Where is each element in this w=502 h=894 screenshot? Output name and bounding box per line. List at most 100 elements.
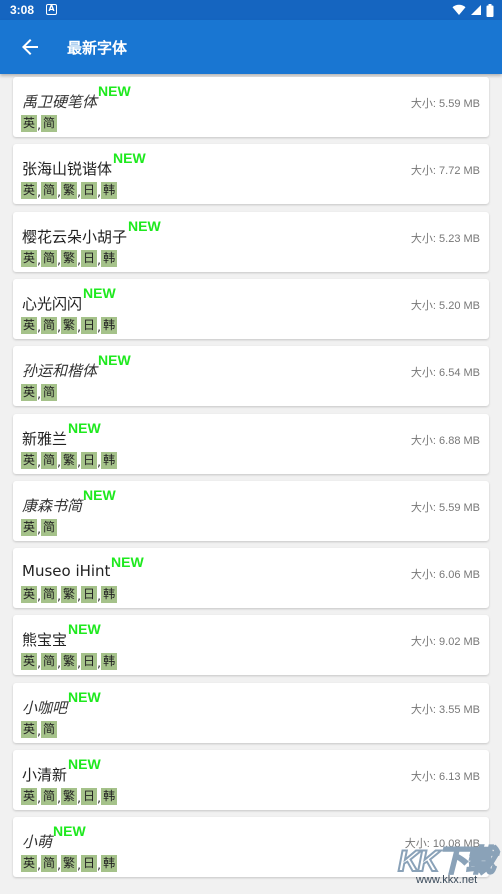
- wifi-icon: [452, 4, 466, 16]
- language-tag: 简: [41, 855, 58, 872]
- language-tag: 繁: [61, 317, 78, 334]
- language-tag: 简: [41, 653, 58, 670]
- new-badge: NEW: [128, 218, 161, 234]
- new-badge: NEW: [113, 150, 146, 166]
- language-tags: 英,简,繁,日,韩: [21, 181, 118, 199]
- language-tag: 英: [21, 855, 38, 872]
- font-name: 心光闪闪: [22, 295, 83, 313]
- language-tag: 英: [21, 519, 38, 536]
- language-tag: 韩: [101, 452, 118, 469]
- language-tags: 英,简,繁,日,韩: [21, 585, 118, 603]
- font-list-item[interactable]: 新雅兰 NEW 大小: 6.88 MB 英, 简, 繁, 日, 韩: [13, 414, 489, 474]
- font-file-size: 大小: 6.06 MB: [410, 569, 480, 581]
- new-badge: NEW: [68, 756, 101, 772]
- language-tags: 英,简,繁,日,韩: [21, 451, 118, 469]
- new-badge: NEW: [98, 352, 131, 368]
- language-tag: 日: [81, 788, 98, 805]
- watermark-url: www.kkx.net: [416, 874, 478, 886]
- font-name: 禹卫硬笔体: [22, 93, 98, 111]
- language-tag: 韩: [101, 855, 118, 872]
- language-tag: 简: [41, 519, 58, 536]
- font-file-size: 大小: 5.59 MB: [410, 502, 480, 514]
- language-tag: 简: [41, 721, 58, 738]
- font-name: 新雅兰: [22, 430, 68, 448]
- language-tag: 繁: [61, 788, 78, 805]
- status-time: 3:08: [10, 3, 35, 17]
- new-badge: NEW: [68, 420, 101, 436]
- language-tag: 简: [41, 115, 58, 132]
- language-tag: 英: [21, 721, 38, 738]
- language-tag: 繁: [61, 586, 78, 603]
- font-list-item[interactable]: 熊宝宝 NEW 大小: 9.02 MB 英, 简, 繁, 日, 韩: [13, 615, 489, 675]
- font-file-size: 大小: 3.55 MB: [410, 704, 480, 716]
- font-list-item[interactable]: 张海山锐谐体 NEW 大小: 7.72 MB 英, 简, 繁, 日, 韩: [13, 144, 489, 204]
- language-tag: 韩: [101, 317, 118, 334]
- font-file-size: 大小: 6.54 MB: [410, 367, 480, 379]
- language-tags: 英,简: [21, 720, 58, 738]
- language-tags: 英,简,繁,日,韩: [21, 787, 118, 805]
- language-tag: 英: [21, 653, 38, 670]
- language-tag: 简: [41, 317, 58, 334]
- new-badge: NEW: [53, 823, 86, 839]
- font-name: 樱花云朵小胡子: [22, 228, 128, 246]
- language-tags: 英,简,繁,日,韩: [21, 249, 118, 267]
- language-tag: 日: [81, 250, 98, 267]
- language-tag: 日: [81, 586, 98, 603]
- font-name: 小萌: [22, 833, 53, 851]
- language-tags: 英,简,繁,日,韩: [21, 854, 118, 872]
- language-tag: 简: [41, 384, 58, 401]
- language-tag: 韩: [101, 250, 118, 267]
- language-tag: 繁: [61, 653, 78, 670]
- language-tag: 英: [21, 250, 38, 267]
- font-file-size: 大小: 9.02 MB: [410, 636, 480, 648]
- language-tag: 日: [81, 317, 98, 334]
- new-badge: NEW: [83, 285, 116, 301]
- new-badge: NEW: [68, 689, 101, 705]
- status-icons: [452, 3, 494, 17]
- language-tag: 日: [81, 653, 98, 670]
- page-title: 最新字体: [67, 39, 128, 57]
- font-file-size: 大小: 7.72 MB: [410, 165, 480, 177]
- font-list-item[interactable]: 小清新 NEW 大小: 6.13 MB 英, 简, 繁, 日, 韩: [13, 750, 489, 810]
- language-tag: 简: [41, 250, 58, 267]
- font-list-item[interactable]: 心光闪闪 NEW 大小: 5.20 MB 英, 简, 繁, 日, 韩: [13, 279, 489, 339]
- signal-icon: [471, 5, 481, 15]
- language-tag: 英: [21, 452, 38, 469]
- new-badge: NEW: [68, 621, 101, 637]
- font-list-item[interactable]: 小咖吧 NEW 大小: 3.55 MB 英, 简: [13, 683, 489, 743]
- language-tag: 韩: [101, 182, 118, 199]
- language-tags: 英,简,繁,日,韩: [21, 652, 118, 670]
- language-tags: 英,简: [21, 114, 58, 132]
- language-tags: 英,简,繁,日,韩: [21, 316, 118, 334]
- font-name: 孙运和楷体: [22, 362, 98, 380]
- font-name: 张海山锐谐体: [22, 160, 113, 178]
- new-badge: NEW: [98, 83, 131, 99]
- font-list-item[interactable]: Museo iHint NEW 大小: 6.06 MB 英, 简, 繁, 日, 韩: [13, 548, 489, 608]
- new-badge: NEW: [111, 554, 144, 570]
- font-name: 熊宝宝: [22, 631, 68, 649]
- font-list-item[interactable]: 禹卫硬笔体 NEW 大小: 5.59 MB 英, 简: [13, 77, 489, 137]
- language-tag: 日: [81, 182, 98, 199]
- font-name: 小清新: [22, 766, 68, 784]
- language-tags: 英,简: [21, 518, 58, 536]
- language-tag: 简: [41, 452, 58, 469]
- language-tag: 英: [21, 182, 38, 199]
- language-tag: 简: [41, 586, 58, 603]
- font-list-item[interactable]: 樱花云朵小胡子 NEW 大小: 5.23 MB 英, 简, 繁, 日, 韩: [13, 212, 489, 272]
- language-tag: 英: [21, 788, 38, 805]
- back-arrow-icon[interactable]: [18, 35, 42, 59]
- language-tag: 英: [21, 586, 38, 603]
- app-bar: 最新字体: [0, 20, 502, 74]
- font-file-size: 大小: 5.23 MB: [410, 233, 480, 245]
- font-list-item[interactable]: 孙运和楷体 NEW 大小: 6.54 MB 英, 简: [13, 346, 489, 406]
- font-list-item[interactable]: 康森书简 NEW 大小: 5.59 MB 英, 简: [13, 481, 489, 541]
- language-tag: 韩: [101, 586, 118, 603]
- font-name: Museo iHint: [22, 562, 111, 580]
- status-bar: 3:08 A: [0, 0, 502, 20]
- language-tag: 繁: [61, 452, 78, 469]
- language-tag: 韩: [101, 653, 118, 670]
- language-tag: 英: [21, 317, 38, 334]
- language-tag: 简: [41, 788, 58, 805]
- language-tag: 简: [41, 182, 58, 199]
- font-name: 小咖吧: [22, 699, 68, 717]
